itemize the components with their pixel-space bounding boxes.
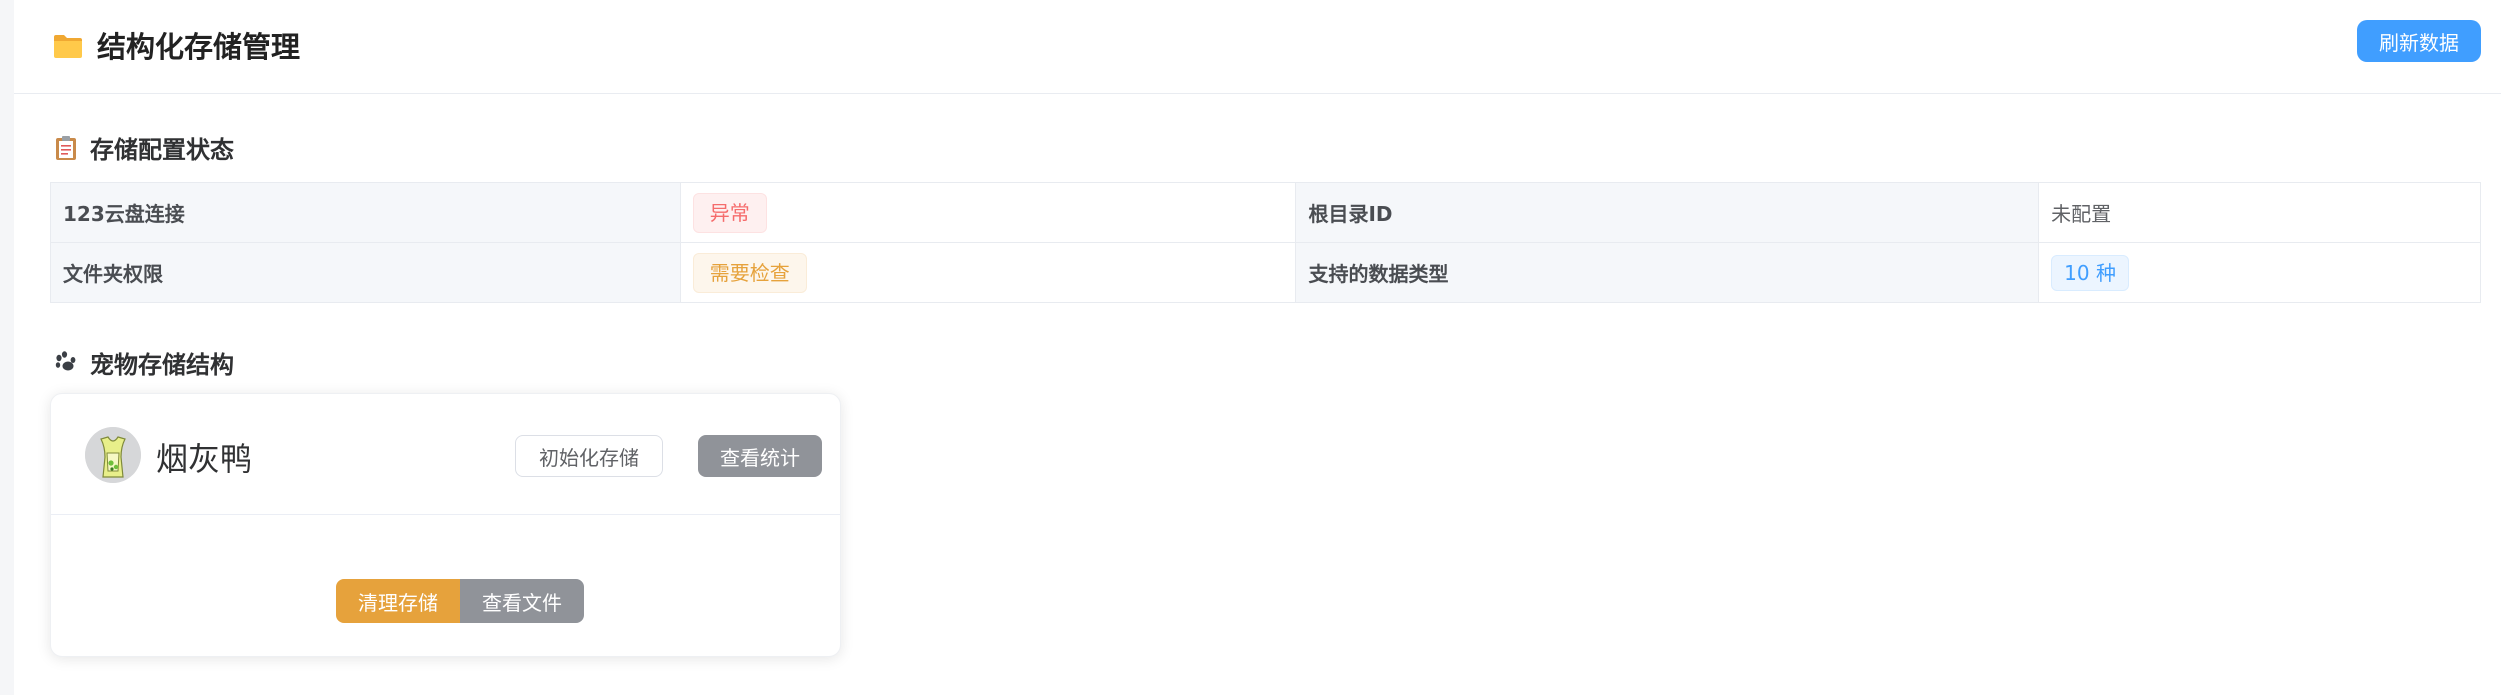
folder-permission-label: 文件夹权限	[50, 242, 681, 303]
storage-management-panel: 结构化存储管理 刷新数据 存储配置状态 123云盘连接 异常 根目录ID 未配置	[14, 0, 2501, 695]
clipboard-icon	[54, 135, 78, 161]
folder-permission-value: 需要检查	[679, 242, 1297, 303]
view-stats-button[interactable]: 查看统计	[698, 435, 822, 477]
root-dir-id-label: 根目录ID	[1295, 182, 2040, 243]
table-row: 123云盘连接 异常 根目录ID 未配置	[50, 182, 2481, 243]
pet-name: 烟灰鸭	[156, 440, 253, 478]
storage-config-section-title: 存储配置状态	[54, 130, 234, 165]
folder-icon	[53, 32, 83, 58]
view-files-button[interactable]: 查看文件	[460, 579, 584, 623]
storage-config-title-text: 存储配置状态	[90, 136, 234, 164]
cloud-connection-label: 123云盘连接	[50, 182, 681, 243]
cloud-connection-value: 异常	[679, 182, 1297, 243]
status-badge-check: 需要检查	[692, 252, 807, 293]
init-storage-button[interactable]: 初始化存储	[515, 435, 663, 477]
clear-storage-button[interactable]: 清理存储	[336, 579, 460, 623]
pet-storage-title-text: 宠物存储结构	[90, 351, 234, 379]
data-types-label: 支持的数据类型	[1295, 242, 2040, 303]
status-badge-error: 异常	[692, 192, 767, 233]
pet-avatar	[85, 427, 141, 483]
data-types-count-badge: 10 种	[2051, 254, 2129, 291]
panel-header: 结构化存储管理 刷新数据	[14, 0, 2501, 94]
refresh-data-button[interactable]: 刷新数据	[2357, 20, 2481, 62]
table-row: 文件夹权限 需要检查 支持的数据类型 10 种	[50, 242, 2481, 303]
pet-action-button-group: 清理存储 查看文件	[336, 579, 584, 623]
root-dir-id-value: 未配置	[2038, 182, 2481, 243]
pet-storage-section-title: 宠物存储结构	[54, 345, 234, 380]
pet-card-header: 烟灰鸭 初始化存储 查看统计	[51, 394, 840, 515]
page-title-text: 结构化存储管理	[97, 30, 301, 64]
page-title: 结构化存储管理	[53, 25, 300, 65]
paw-icon	[54, 350, 78, 376]
data-types-value: 10 种	[2038, 242, 2481, 303]
storage-config-table: 123云盘连接 异常 根目录ID 未配置 文件夹权限 需要检查 支持的数据类型 …	[50, 182, 2481, 303]
pet-storage-card: 烟灰鸭 初始化存储 查看统计 清理存储 查看文件	[50, 393, 841, 657]
